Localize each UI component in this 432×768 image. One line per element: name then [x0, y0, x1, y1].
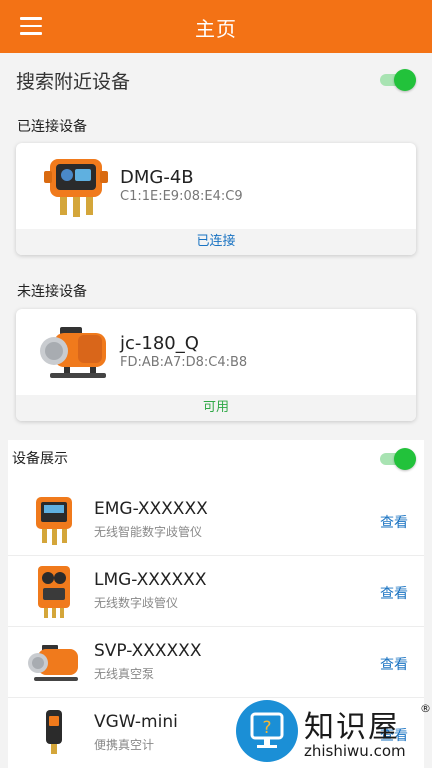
device-status: 可用 — [16, 395, 416, 421]
showcase-section-label: 设备展示 — [12, 451, 68, 467]
device-name: DMG-4B — [120, 167, 194, 188]
vacuum-pump-icon — [40, 327, 106, 378]
watermark-text-cn: 知识屋 — [304, 710, 400, 745]
product-name: SVP-XXXXXX — [94, 641, 202, 661]
product-description: 无线真空泵 — [94, 667, 155, 681]
svg-text:?: ? — [262, 718, 271, 738]
product-description: 无线数字歧管仪 — [94, 596, 179, 610]
manifold-gauge-icon — [44, 159, 108, 217]
view-button[interactable]: 查看 — [380, 512, 408, 532]
product-name: EMG-XXXXXX — [94, 499, 208, 519]
product-item-svp[interactable]: SVP-XXXXXX 无线真空泵 查看 — [8, 627, 424, 698]
smart-manifold-icon — [36, 497, 72, 545]
product-name: LMG-XXXXXX — [94, 570, 207, 590]
product-item-emg[interactable]: EMG-XXXXXX 无线智能数字歧管仪 查看 — [8, 485, 424, 556]
product-item-lmg[interactable]: LMG-XXXXXX 无线数字歧管仪 查看 — [8, 556, 424, 627]
device-name: jc-180_Q — [120, 333, 199, 354]
scan-nearby-label: 搜索附近设备 — [16, 71, 131, 93]
device-status: 已连接 — [16, 229, 416, 255]
vacuum-pump-icon — [28, 645, 78, 681]
page-title: 主页 — [195, 17, 237, 41]
watermark-logo-icon: ? — [236, 700, 298, 762]
site-watermark: ? 知识屋 ® zhishiwu.com — [236, 700, 432, 768]
device-mac-address: C1:1E:E9:08:E4:C9 — [120, 189, 243, 204]
view-button[interactable]: 查看 — [380, 583, 408, 603]
top-app-bar: 主页 — [0, 0, 432, 53]
device-mac-address: FD:AB:A7:D8:C4:B8 — [120, 355, 248, 370]
digital-manifold-icon — [38, 566, 70, 618]
showcase-toggle[interactable] — [380, 448, 416, 470]
connected-section-label: 已连接设备 — [17, 119, 87, 135]
view-button[interactable]: 查看 — [380, 654, 408, 674]
vacuum-gauge-icon — [46, 710, 62, 754]
product-name: VGW-mini — [94, 712, 178, 732]
product-description: 无线智能数字歧管仪 — [94, 525, 203, 539]
connected-device-card[interactable]: DMG-4B C1:1E:E9:08:E4:C9 已连接 — [16, 143, 416, 255]
watermark-registered: ® — [420, 702, 431, 715]
disconnected-section-label: 未连接设备 — [17, 284, 87, 300]
scan-nearby-row: 搜索附近设备 — [16, 63, 416, 97]
showcase-header: 设备展示 — [12, 440, 68, 480]
scan-nearby-toggle[interactable] — [380, 69, 416, 91]
watermark-text-en: zhishiwu.com — [304, 742, 406, 760]
product-description: 便携真空计 — [94, 738, 155, 752]
available-device-card[interactable]: jc-180_Q FD:AB:A7:D8:C4:B8 可用 — [16, 309, 416, 421]
